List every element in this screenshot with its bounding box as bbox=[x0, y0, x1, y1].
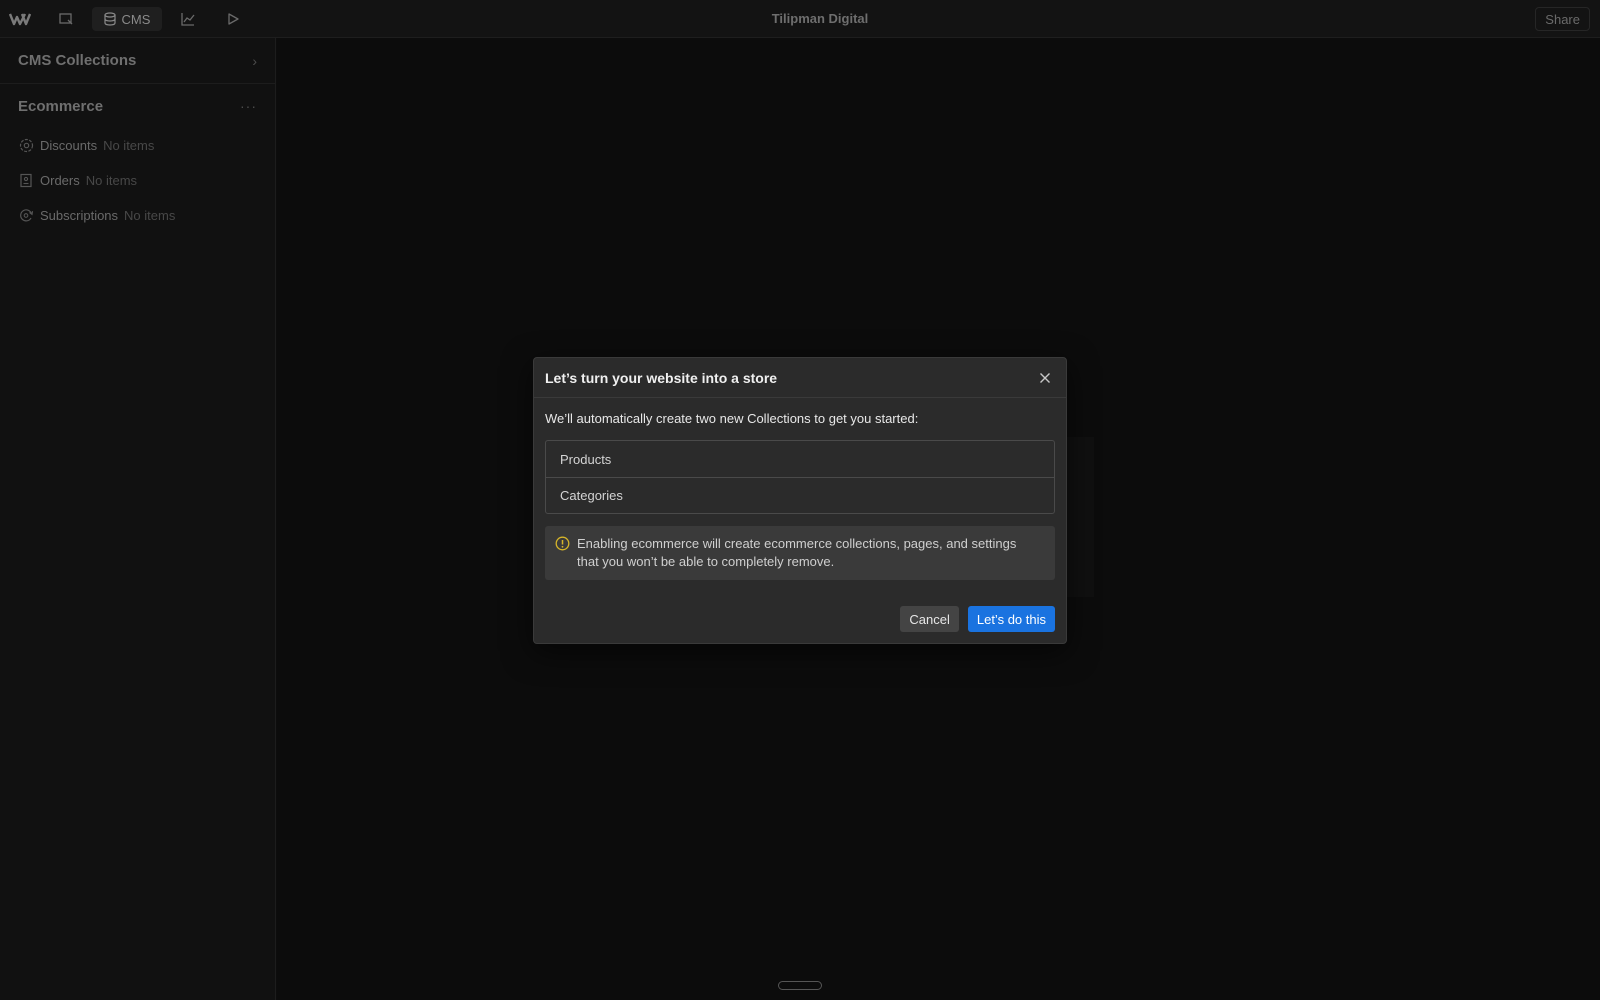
collections-list: Products Categories bbox=[545, 440, 1055, 514]
cms-collections-header[interactable]: CMS Collections › bbox=[0, 38, 275, 84]
enable-ecommerce-dialog: Let’s turn your website into a store We’… bbox=[533, 357, 1067, 644]
dialog-header: Let’s turn your website into a store bbox=[534, 358, 1066, 398]
sidebar-item-count: No items bbox=[103, 138, 155, 153]
database-icon bbox=[103, 12, 116, 26]
ecommerce-title: Ecommerce bbox=[18, 97, 104, 115]
sidebar-item-label: Orders bbox=[40, 173, 80, 188]
preview-play-icon[interactable] bbox=[219, 7, 247, 31]
subscriptions-icon bbox=[18, 208, 34, 224]
dialog-title: Let’s turn your website into a store bbox=[545, 369, 778, 386]
cancel-button[interactable]: Cancel bbox=[900, 606, 959, 632]
list-item: Products bbox=[560, 451, 612, 467]
dialog-description: We’ll automatically create two new Colle… bbox=[545, 411, 919, 426]
webflow-logo-icon[interactable] bbox=[6, 7, 34, 31]
sidebar-item-count: No items bbox=[85, 173, 138, 188]
discount-icon bbox=[18, 138, 34, 154]
dialog-body: We’ll automatically create two new Colle… bbox=[534, 398, 1066, 580]
close-icon[interactable] bbox=[1035, 368, 1055, 388]
sidebar-item-label: Discounts bbox=[40, 138, 98, 153]
warning-line-2: that you won’t be able to completely rem… bbox=[577, 554, 835, 569]
share-button[interactable]: Share bbox=[1535, 7, 1590, 31]
resize-handle[interactable] bbox=[778, 981, 822, 990]
sidebar-item-subscriptions[interactable]: Subscriptions No items bbox=[0, 198, 275, 233]
sidebar: CMS Collections › Ecommerce ··· Discount… bbox=[0, 38, 276, 1000]
warning-line-1: Enabling ecommerce will create ecommerce… bbox=[577, 536, 1017, 551]
sidebar-item-count: No items bbox=[124, 208, 176, 223]
orders-icon bbox=[18, 173, 34, 189]
list-item: Categories bbox=[546, 477, 1054, 513]
top-bar: CMS Tilipman Digital Share bbox=[0, 0, 1600, 38]
analytics-icon[interactable] bbox=[174, 7, 202, 31]
ecommerce-header: Ecommerce ··· bbox=[0, 84, 275, 128]
sidebar-item-discounts[interactable]: Discounts No items bbox=[0, 128, 275, 163]
pages-icon[interactable] bbox=[52, 7, 80, 31]
dialog-footer: Cancel Let’s do this bbox=[900, 606, 1055, 632]
confirm-button[interactable]: Let’s do this bbox=[967, 606, 1055, 632]
sidebar-item-label: Subscriptions bbox=[40, 208, 119, 223]
cms-tab-label: CMS bbox=[121, 11, 151, 27]
sidebar-item-orders[interactable]: Orders No items bbox=[0, 163, 275, 198]
warning-icon bbox=[555, 536, 571, 552]
cms-tab[interactable]: CMS bbox=[92, 7, 162, 31]
warning-notice: Enabling ecommerce will create ecommerce… bbox=[545, 526, 1055, 580]
site-title: Tilipman Digital bbox=[771, 11, 869, 26]
chevron-right-icon[interactable]: › bbox=[252, 53, 257, 69]
cms-collections-title: CMS Collections bbox=[18, 52, 137, 69]
more-options-icon[interactable]: ··· bbox=[240, 98, 257, 114]
warning-text: Enabling ecommerce will create ecommerce… bbox=[577, 535, 1016, 571]
